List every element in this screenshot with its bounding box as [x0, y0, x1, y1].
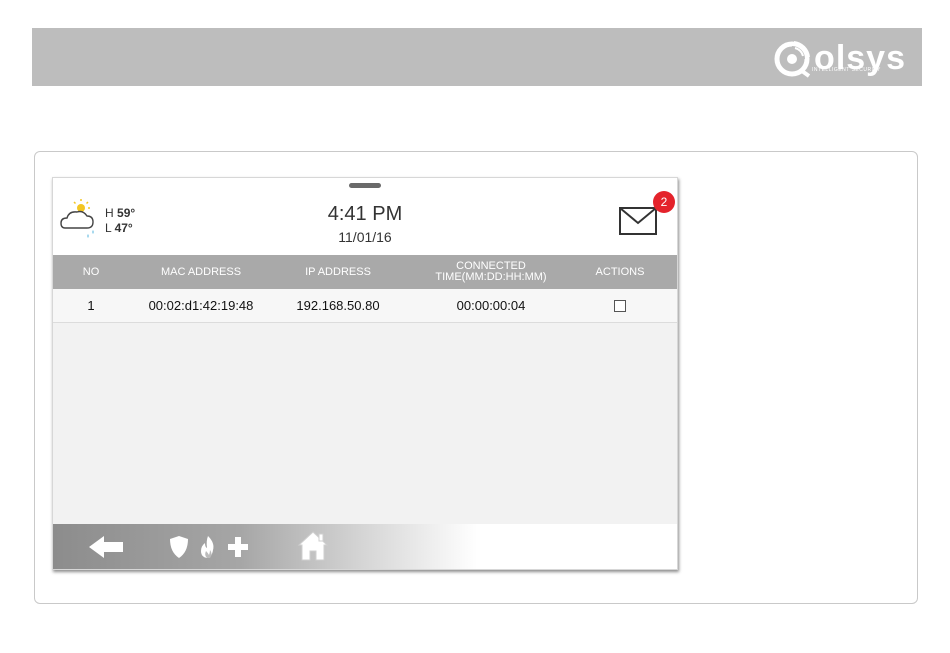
cloud-rain-sun-icon[interactable]	[59, 198, 101, 244]
column-header-actions: ACTIONS	[595, 265, 645, 278]
column-header-mac: MAC ADDRESS	[160, 265, 242, 278]
logo-text: olsys	[814, 39, 906, 77]
fire-icon[interactable]	[199, 535, 217, 559]
qolsys-logo: olsys INTELLIGENT SECURITY	[772, 36, 906, 80]
high-temp: 59°	[117, 206, 136, 220]
cell-mac: 00:02:d1:42:19:48	[148, 298, 254, 313]
clock-date: 11/01/16	[338, 229, 392, 245]
top-banner: olsys INTELLIGENT SECURITY	[32, 28, 922, 86]
bottom-nav-bar	[53, 524, 677, 569]
cell-no: 1	[87, 298, 95, 313]
logo-tagline: INTELLIGENT SECURITY	[812, 67, 881, 73]
pull-down-handle[interactable]	[349, 183, 381, 188]
weather-temperatures: H 59° L 47°	[105, 206, 135, 236]
low-label: L	[105, 221, 112, 235]
logo-q-icon	[774, 41, 811, 78]
row-action-checkbox[interactable]	[614, 300, 626, 312]
panel-screen: H 59° L 47° 4:41 PM 11/01/16 2 NO MAC AD…	[52, 177, 678, 570]
cell-ip: 192.168.50.80	[296, 298, 380, 313]
table-row[interactable]: 1 00:02:d1:42:19:48 192.168.50.80 00:00:…	[53, 289, 677, 323]
high-label: H	[105, 206, 114, 220]
table-header: NO MAC ADDRESS IP ADDRESS CONNECTED TIME…	[53, 255, 677, 289]
back-arrow-icon[interactable]	[89, 536, 125, 558]
medical-cross-icon[interactable]	[227, 536, 249, 558]
clock: 4:41 PM 11/01/16	[265, 202, 465, 246]
notification-badge[interactable]: 2	[653, 191, 675, 213]
mail-icon[interactable]	[618, 206, 658, 236]
cell-connected: 00:00:00:04	[456, 298, 526, 313]
status-header: H 59° L 47° 4:41 PM 11/01/16 2	[53, 178, 677, 255]
column-header-no: NO	[82, 265, 100, 278]
column-header-connected: CONNECTED TIME(MM:DD:HH:MM)	[435, 260, 547, 283]
shield-icon[interactable]	[169, 535, 189, 559]
low-temp: 47°	[114, 221, 133, 235]
column-header-ip: IP ADDRESS	[305, 265, 371, 278]
home-icon[interactable]	[297, 530, 329, 562]
clock-time: 4:41 PM	[327, 203, 403, 225]
